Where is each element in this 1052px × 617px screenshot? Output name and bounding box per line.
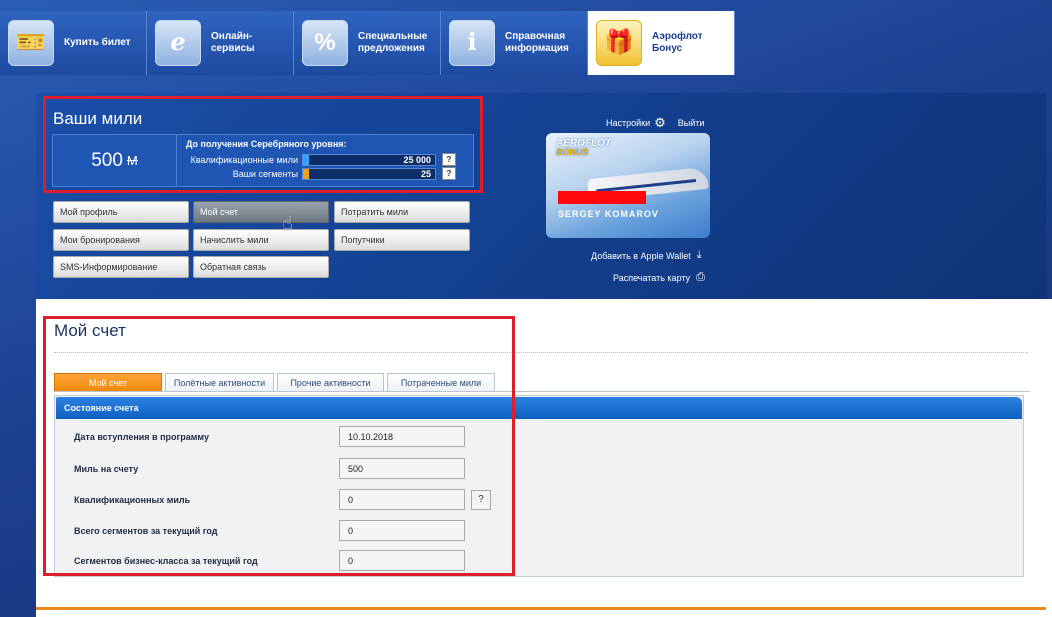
info-icon: ℹ xyxy=(449,20,495,66)
menu-sms-info[interactable]: SMS-Информирование xyxy=(53,256,189,278)
tickets-icon: 🎫 xyxy=(8,20,54,66)
top-navigation: 🎫 Купить билет ℯ Онлайн- сервисы % Специ… xyxy=(0,11,735,75)
percent-icon: % xyxy=(302,20,348,66)
logout-link[interactable]: Выйти xyxy=(678,118,705,128)
menu-my-bookings[interactable]: Мои бронирования xyxy=(53,229,189,251)
mouse-cursor-icon: ☝ xyxy=(282,213,293,233)
menu-accrue-miles[interactable]: Начислить мили xyxy=(193,229,329,251)
settings-link[interactable]: Настройки xyxy=(606,118,650,128)
nav-label: Купить билет xyxy=(64,37,131,48)
nav-buy-ticket[interactable]: 🎫 Купить билет xyxy=(0,11,147,75)
card-holder-name: SERGEY KOMAROV xyxy=(558,209,659,219)
nav-online-services[interactable]: ℯ Онлайн- сервисы xyxy=(147,11,294,75)
bonus-card: AEROFLOT BONUS SERGEY KOMAROV xyxy=(546,133,710,238)
gift-icon: 🎁 xyxy=(596,20,642,66)
nav-reference-info[interactable]: ℹ Справочная информация xyxy=(441,11,588,75)
header-links: Настройки ⚙ Выйти xyxy=(606,115,704,131)
content-bottom-border xyxy=(36,607,1046,610)
nav-label: Специальные предложения xyxy=(358,31,428,54)
nav-label: Справочная информация xyxy=(505,31,569,54)
menu-feedback[interactable]: Обратная связь xyxy=(193,256,329,278)
redaction-bar xyxy=(558,191,646,204)
menu-my-account[interactable]: Мой счет xyxy=(193,201,329,223)
card-logo-bottom: BONUS xyxy=(556,147,589,157)
highlight-miles-box xyxy=(43,96,483,193)
nav-label: Аэрофлот Бонус xyxy=(652,31,703,54)
print-card-label: Распечатать карту xyxy=(613,272,691,283)
nav-label: Онлайн- сервисы xyxy=(211,31,255,54)
card-logo: AEROFLOT BONUS xyxy=(556,139,611,157)
gear-icon[interactable]: ⚙ xyxy=(654,115,666,131)
apple-wallet-label: Добавить в Apple Wallet xyxy=(591,250,691,261)
browser-icon: ℯ xyxy=(155,20,201,66)
menu-companions[interactable]: Попутчики xyxy=(334,229,470,251)
print-card-link[interactable]: Распечатать карту ⎙ xyxy=(613,271,705,284)
printer-icon: ⎙ xyxy=(696,271,705,283)
nav-aeroflot-bonus[interactable]: 🎁 Аэрофлот Бонус xyxy=(588,11,735,75)
nav-special-offers[interactable]: % Специальные предложения xyxy=(294,11,441,75)
apple-wallet-link[interactable]: Добавить в Apple Wallet ⤓ xyxy=(591,249,702,262)
menu-spend-miles[interactable]: Потратить мили xyxy=(334,201,470,223)
download-icon: ⤓ xyxy=(696,249,702,261)
menu-my-profile[interactable]: Мой профиль xyxy=(53,201,189,223)
highlight-account-box xyxy=(43,316,515,576)
